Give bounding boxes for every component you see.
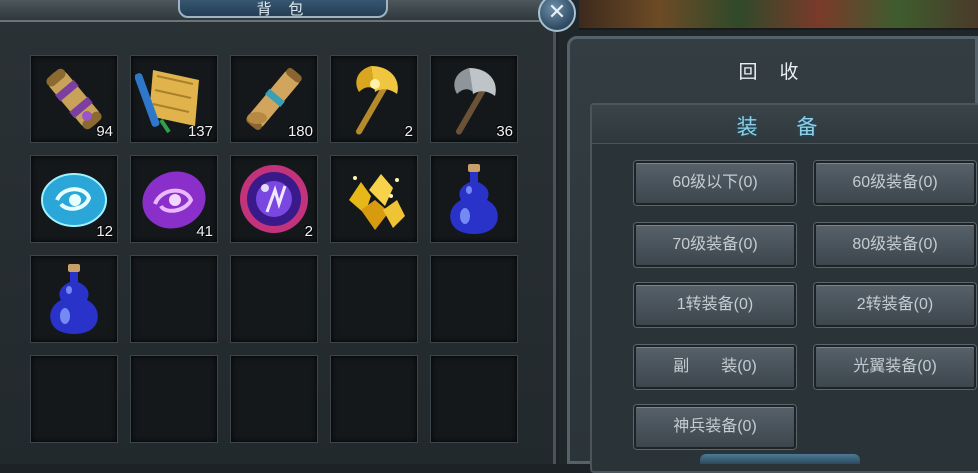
gold-nuggets-icon bbox=[349, 174, 405, 230]
recycle-level-70-button[interactable]: 70级装备(0) bbox=[634, 223, 796, 267]
recycle-level-80-button[interactable]: 80级装备(0) bbox=[814, 223, 976, 267]
recycle-frame: 回 收 装 备 60级以下(0) 60级装备(0) 70级装备(0) 80级装备… bbox=[567, 36, 978, 473]
inventory-slot-empty[interactable] bbox=[230, 255, 318, 343]
recycle-level-60-button[interactable]: 60级装备(0) bbox=[814, 161, 976, 205]
decorative-banner bbox=[579, 0, 978, 30]
inventory-slot[interactable]: 2 bbox=[230, 155, 318, 243]
inventory-slot[interactable]: 180 bbox=[230, 55, 318, 143]
recycle-below-60-button[interactable]: 60级以下(0) bbox=[634, 161, 796, 205]
inventory-slot[interactable]: 41 bbox=[130, 155, 218, 243]
inventory-slot[interactable]: 12 bbox=[30, 155, 118, 243]
recycle-secondary-button[interactable]: 副 装(0) bbox=[634, 345, 796, 389]
item-count: 2 bbox=[404, 123, 413, 140]
item-count: 36 bbox=[496, 123, 513, 140]
inventory-slot-empty[interactable] bbox=[130, 255, 218, 343]
item-count: 137 bbox=[187, 123, 213, 140]
equipment-header: 装 备 bbox=[592, 105, 978, 144]
inventory-slot[interactable]: 36 bbox=[430, 55, 518, 143]
recycle-divine-weapon-button[interactable]: 神兵装备(0) bbox=[634, 405, 796, 449]
recycle-rebirth-2-button[interactable]: 2转装备(0) bbox=[814, 283, 976, 327]
close-icon: ✕ bbox=[547, 0, 567, 25]
inventory-slot[interactable]: 94 bbox=[30, 55, 118, 143]
inventory-slot-empty[interactable] bbox=[330, 255, 418, 343]
item-count: 94 bbox=[96, 123, 113, 140]
inventory-slot[interactable] bbox=[430, 155, 518, 243]
inventory-slot-empty[interactable] bbox=[30, 355, 118, 443]
purple-orb-icon bbox=[240, 165, 308, 233]
recycle-title: 回 收 bbox=[738, 61, 807, 83]
inventory-slot[interactable] bbox=[30, 255, 118, 343]
inventory-slot[interactable]: 2 bbox=[330, 55, 418, 143]
recycle-rebirth-1-button[interactable]: 1转装备(0) bbox=[634, 283, 796, 327]
bottom-decoration bbox=[700, 454, 860, 464]
golden-axe-icon bbox=[356, 66, 398, 135]
equipment-section-title: 装 备 bbox=[736, 115, 834, 139]
inventory-slot-empty[interactable] bbox=[430, 355, 518, 443]
item-count: 41 bbox=[196, 223, 213, 240]
blue-potion-icon bbox=[450, 164, 498, 234]
blue-potion-icon bbox=[50, 264, 98, 334]
inventory-slot[interactable] bbox=[330, 155, 418, 243]
inventory-slot[interactable]: 137 bbox=[130, 55, 218, 143]
item-count: 2 bbox=[304, 223, 313, 240]
inventory-slot-empty[interactable] bbox=[130, 355, 218, 443]
recycle-wings-button[interactable]: 光翼装备(0) bbox=[814, 345, 976, 389]
item-count: 12 bbox=[96, 223, 113, 240]
inventory-title: 背 包 bbox=[178, 0, 388, 18]
inventory-slot-empty[interactable] bbox=[230, 355, 318, 443]
recycle-panel: 回 收 装 备 60级以下(0) 60级装备(0) 70级装备(0) 80级装备… bbox=[559, 0, 978, 473]
equipment-section: 装 备 60级以下(0) 60级装备(0) 70级装备(0) 80级装备(0) … bbox=[590, 103, 978, 473]
inventory-panel: 背 包 94 137 180 2 36 12 41 2 bbox=[0, 0, 556, 464]
item-count: 180 bbox=[287, 123, 313, 140]
inventory-slot-empty[interactable] bbox=[330, 355, 418, 443]
inventory-slot-empty[interactable] bbox=[430, 255, 518, 343]
